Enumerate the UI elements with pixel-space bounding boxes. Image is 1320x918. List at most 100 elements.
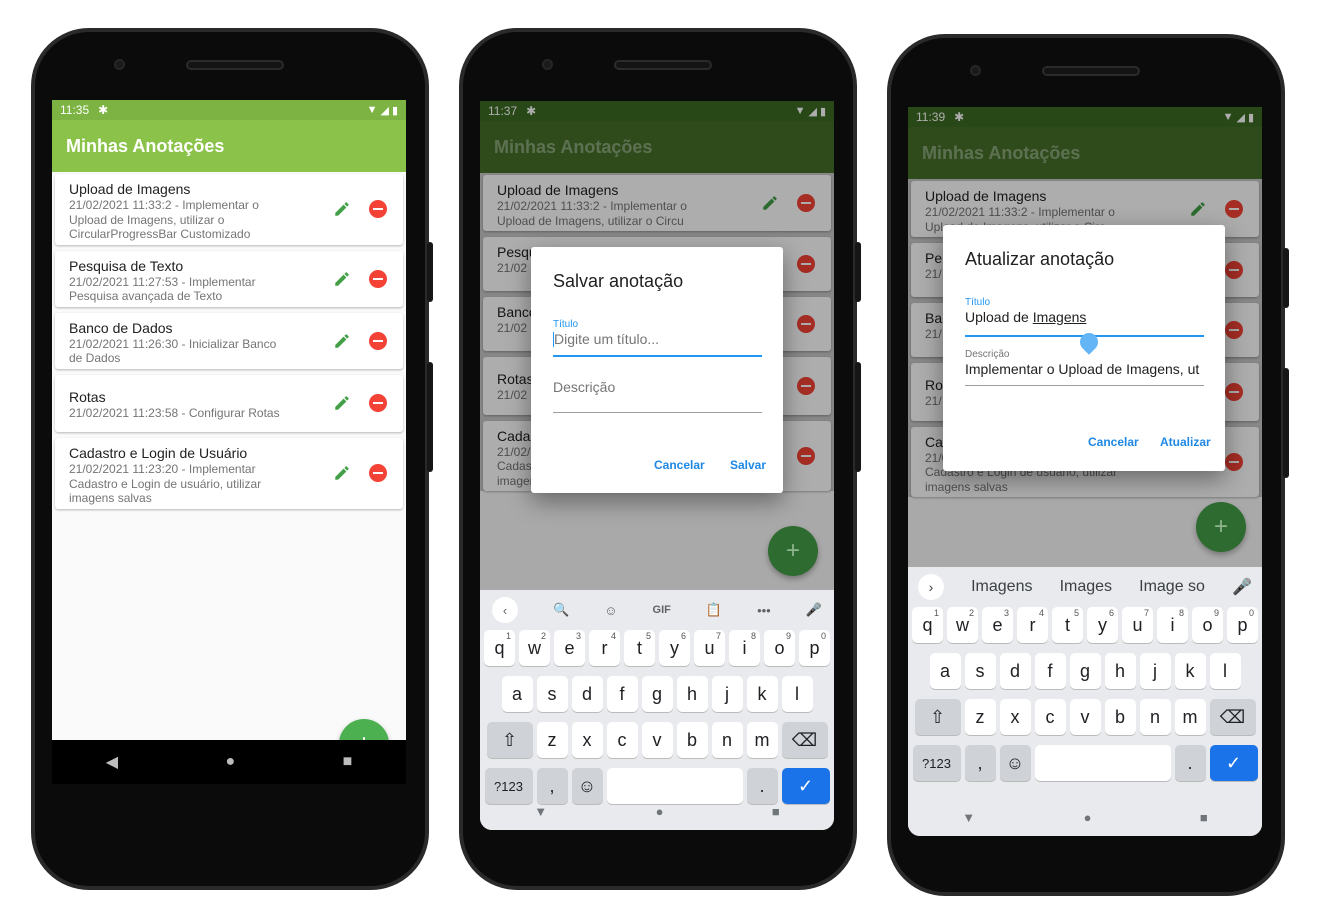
- key-g[interactable]: g: [1069, 653, 1101, 689]
- update-button[interactable]: Atualizar: [1160, 435, 1211, 449]
- key-m[interactable]: m: [746, 722, 778, 758]
- home-icon[interactable]: ●: [656, 804, 664, 819]
- back-icon[interactable]: ▼: [962, 810, 975, 825]
- key-q[interactable]: q1: [484, 630, 515, 666]
- key-h[interactable]: h: [676, 676, 708, 712]
- delete-icon[interactable]: [369, 200, 387, 219]
- collapse-icon[interactable]: ‹: [492, 597, 518, 623]
- key-v[interactable]: v: [1069, 699, 1101, 735]
- key-k[interactable]: k: [746, 676, 778, 712]
- key-o[interactable]: o9: [764, 630, 795, 666]
- suggestion-3[interactable]: Image so: [1139, 578, 1205, 596]
- shift-key[interactable]: ⇧: [486, 722, 533, 758]
- key-c[interactable]: c: [1034, 699, 1066, 735]
- symbols-key[interactable]: ?123: [912, 745, 961, 781]
- save-button[interactable]: Salvar: [730, 458, 766, 472]
- key-p[interactable]: p0: [799, 630, 830, 666]
- expand-icon[interactable]: ›: [918, 574, 944, 600]
- home-icon[interactable]: ●: [225, 753, 235, 771]
- key-w[interactable]: w2: [519, 630, 550, 666]
- cancel-button[interactable]: Cancelar: [654, 458, 705, 472]
- note-card[interactable]: Upload de Imagens 21/02/2021 11:33:2 - Im…: [55, 174, 403, 245]
- enter-key[interactable]: ✓: [1209, 745, 1258, 781]
- key-y[interactable]: y6: [659, 630, 690, 666]
- edit-icon[interactable]: [333, 394, 351, 412]
- key-j[interactable]: j: [1139, 653, 1171, 689]
- key-q[interactable]: q1: [912, 607, 943, 643]
- add-note-button[interactable]: +: [768, 526, 818, 576]
- key-i[interactable]: i8: [729, 630, 760, 666]
- key-l[interactable]: l: [1209, 653, 1241, 689]
- key-x[interactable]: x: [999, 699, 1031, 735]
- suggestion-1[interactable]: Imagens: [971, 578, 1032, 596]
- gif-icon[interactable]: GIF: [653, 604, 671, 616]
- key-e[interactable]: e3: [982, 607, 1013, 643]
- space-key[interactable]: [1034, 745, 1171, 781]
- key-z[interactable]: z: [536, 722, 568, 758]
- mic-icon[interactable]: 🎤: [806, 602, 822, 618]
- key-y[interactable]: y6: [1087, 607, 1118, 643]
- key-o[interactable]: o9: [1192, 607, 1223, 643]
- back-icon[interactable]: ◀: [106, 752, 118, 772]
- key-u[interactable]: u7: [694, 630, 725, 666]
- edit-icon[interactable]: [333, 270, 351, 288]
- delete-icon[interactable]: [369, 394, 387, 413]
- home-icon[interactable]: ●: [1084, 810, 1092, 825]
- key-z[interactable]: z: [964, 699, 996, 735]
- key-b[interactable]: b: [1104, 699, 1136, 735]
- key-f[interactable]: f: [606, 676, 638, 712]
- key-c[interactable]: c: [606, 722, 638, 758]
- shift-key[interactable]: ⇧: [914, 699, 961, 735]
- search-icon[interactable]: 🔍: [553, 602, 569, 618]
- edit-icon[interactable]: [333, 332, 351, 350]
- note-card[interactable]: Banco de Dados 21/02/2021 11:26:30 - Inic…: [55, 312, 403, 369]
- add-note-button[interactable]: +: [1196, 502, 1246, 552]
- key-x[interactable]: x: [571, 722, 603, 758]
- title-field[interactable]: Título Digite um título...: [553, 319, 762, 357]
- recents-icon[interactable]: ■: [343, 753, 353, 771]
- emoji-key[interactable]: ☺: [999, 745, 1031, 781]
- more-icon[interactable]: •••: [757, 603, 771, 618]
- recents-icon[interactable]: ■: [772, 804, 780, 819]
- recents-icon[interactable]: ■: [1200, 810, 1208, 825]
- key-e[interactable]: e3: [554, 630, 585, 666]
- period-key[interactable]: .: [1174, 745, 1206, 781]
- title-field[interactable]: Título Upload de Imagens: [965, 297, 1204, 337]
- key-f[interactable]: f: [1034, 653, 1066, 689]
- key-n[interactable]: n: [1139, 699, 1171, 735]
- edit-icon[interactable]: [333, 200, 351, 218]
- key-d[interactable]: d: [999, 653, 1031, 689]
- key-r[interactable]: r4: [589, 630, 620, 666]
- delete-icon[interactable]: [369, 464, 387, 483]
- key-d[interactable]: d: [571, 676, 603, 712]
- key-s[interactable]: s: [964, 653, 996, 689]
- mic-icon[interactable]: 🎤: [1232, 577, 1252, 597]
- edit-icon[interactable]: [333, 464, 351, 482]
- delete-icon[interactable]: [369, 269, 387, 288]
- delete-icon[interactable]: [369, 331, 387, 350]
- key-g[interactable]: g: [641, 676, 673, 712]
- key-n[interactable]: n: [711, 722, 743, 758]
- note-card[interactable]: Pesquisa de Texto 21/02/2021 11:27:53 - I…: [55, 250, 403, 307]
- key-w[interactable]: w2: [947, 607, 978, 643]
- suggestion-2[interactable]: Images: [1060, 578, 1112, 596]
- clipboard-icon[interactable]: 📋: [706, 602, 722, 618]
- key-r[interactable]: r4: [1017, 607, 1048, 643]
- backspace-key[interactable]: ⌫: [781, 722, 828, 758]
- key-m[interactable]: m: [1174, 699, 1206, 735]
- back-icon[interactable]: ▼: [534, 804, 547, 819]
- note-card[interactable]: Cadastro e Login de Usuário 21/02/2021 11…: [55, 438, 403, 509]
- description-field[interactable]: Descrição Implementar o Upload de Imagen…: [965, 349, 1204, 386]
- key-h[interactable]: h: [1104, 653, 1136, 689]
- key-a[interactable]: a: [501, 676, 533, 712]
- key-v[interactable]: v: [641, 722, 673, 758]
- key-t[interactable]: t5: [1052, 607, 1083, 643]
- sticker-icon[interactable]: ☺: [604, 603, 617, 618]
- note-card[interactable]: Rotas 21/02/2021 11:23:58 - Configurar Ro…: [55, 374, 403, 432]
- comma-key[interactable]: ,: [964, 745, 996, 781]
- key-i[interactable]: i8: [1157, 607, 1188, 643]
- cancel-button[interactable]: Cancelar: [1088, 435, 1139, 449]
- key-s[interactable]: s: [536, 676, 568, 712]
- key-l[interactable]: l: [781, 676, 813, 712]
- key-u[interactable]: u7: [1122, 607, 1153, 643]
